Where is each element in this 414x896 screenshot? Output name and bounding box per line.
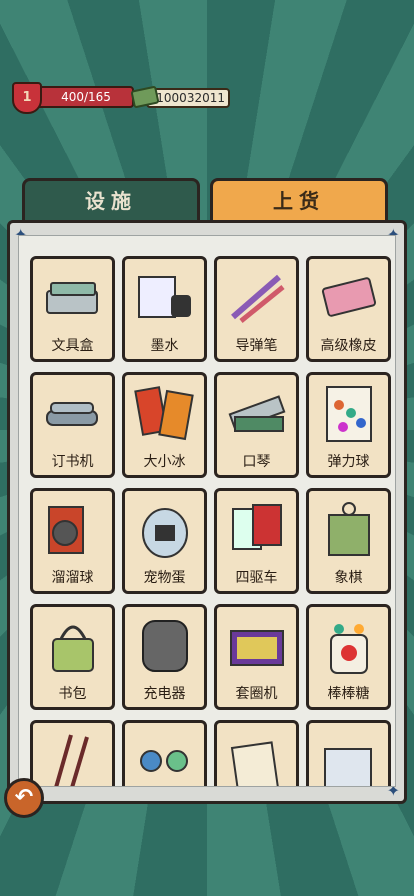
goods-item-card[interactable]: 弹力球	[306, 372, 391, 478]
goods-item-label: 弹力球	[327, 454, 370, 470]
figurines-icon	[133, 731, 196, 786]
bouncy-ball-icon	[317, 383, 380, 443]
yoyo-icon	[41, 499, 104, 559]
goods-item-card[interactable]: 订书机	[30, 372, 115, 478]
tab-facilities[interactable]: 设施	[22, 178, 200, 222]
goods-item-card[interactable]: 大小冰	[122, 372, 207, 478]
pencil-case-icon	[41, 267, 104, 327]
goods-item-card[interactable]: 充电器	[122, 604, 207, 710]
goods-item-label: 口琴	[242, 454, 271, 470]
back-button[interactable]: ↶	[4, 778, 44, 818]
pet-egg-icon	[133, 499, 196, 559]
goods-item-card[interactable]: 文具盒	[30, 256, 115, 362]
goods-grid-viewport: 文具盒 墨水 导弹笔 高级橡皮订书机 大小冰 口琴 弹力球溜溜球 宠物蛋 四驱车 象棋书包 充电器 套…	[18, 235, 396, 787]
eraser-icon	[317, 267, 380, 327]
back-arrow-icon: ↶	[14, 785, 34, 810]
goods-item-label: 象棋	[334, 570, 363, 586]
goods-item-card[interactable]	[306, 720, 391, 786]
tab-goods[interactable]: 上货	[210, 178, 388, 224]
level-shield-icon: 1	[12, 82, 42, 114]
goods-item-label: 墨水	[150, 338, 179, 354]
schoolbag-icon	[41, 615, 104, 675]
goods-item-card[interactable]: 四驱车	[214, 488, 299, 594]
goods-item-label: 文具盒	[51, 338, 94, 354]
ink-bottle-icon	[133, 267, 196, 327]
goods-item-label: 宠物蛋	[143, 570, 186, 586]
money-display: 100032011	[130, 85, 230, 110]
toy-car-icon	[225, 499, 288, 559]
goods-item-label: 书包	[58, 686, 87, 702]
goods-item-card[interactable]: 口琴	[214, 372, 299, 478]
goods-item-label: 高级橡皮	[320, 338, 377, 354]
goods-item-card[interactable]: 溜溜球	[30, 488, 115, 594]
level-indicator: 1 400/165	[12, 82, 134, 114]
goods-item-card[interactable]	[214, 720, 299, 786]
goods-item-label: 溜溜球	[51, 570, 94, 586]
goods-item-label: 充电器	[143, 686, 186, 702]
goods-item-label: 大小冰	[143, 454, 186, 470]
level-number: 1	[22, 90, 32, 105]
chopsticks-icon	[41, 731, 104, 786]
goods-item-card[interactable]: 套圈机	[214, 604, 299, 710]
goods-item-label: 订书机	[51, 454, 94, 470]
goods-item-label: 导弹笔	[235, 338, 278, 354]
missile-pen-icon	[225, 267, 288, 327]
goods-item-card[interactable]	[122, 720, 207, 786]
boxes-icon	[317, 731, 380, 786]
goods-item-label: 棒棒糖	[327, 686, 370, 702]
ring-toss-icon	[225, 615, 288, 675]
goods-item-label: 套圈机	[235, 686, 278, 702]
goods-item-card[interactable]: 导弹笔	[214, 256, 299, 362]
charger-icon	[133, 615, 196, 675]
level-progress: 400/165	[32, 86, 134, 108]
goods-item-card[interactable]: 棒棒糖	[306, 604, 391, 710]
goods-item-card[interactable]: 象棋	[306, 488, 391, 594]
goods-item-card[interactable]: 书包	[30, 604, 115, 710]
chess-icon	[317, 499, 380, 559]
goods-item-label: 四驱车	[235, 570, 278, 586]
paper-icon	[225, 731, 288, 786]
goods-item-card[interactable]: 宠物蛋	[122, 488, 207, 594]
lollipop-icon	[317, 615, 380, 675]
ice-pop-icon	[133, 383, 196, 443]
stapler-icon	[41, 383, 104, 443]
goods-item-card[interactable]: 高级橡皮	[306, 256, 391, 362]
goods-item-card[interactable]	[30, 720, 115, 786]
goods-panel: ✦ ✦ ✦ ✦ 文具盒墨水导弹笔高级橡皮订书机大小冰口琴弹力球溜溜球宠物蛋四驱车…	[7, 220, 407, 804]
goods-item-card[interactable]: 墨水	[122, 256, 207, 362]
harmonica-icon	[225, 383, 288, 443]
